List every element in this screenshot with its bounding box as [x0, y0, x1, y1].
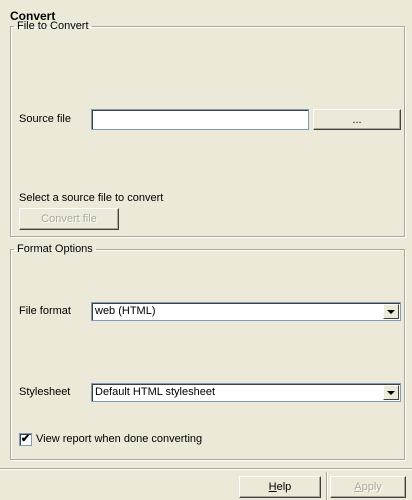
help-label-rest: elp	[276, 481, 292, 493]
help-mnemonic: H	[268, 481, 277, 493]
view-report-label[interactable]: View report when done converting	[36, 433, 202, 445]
apply-label-rest: pply	[361, 481, 382, 493]
help-button[interactable]: Help	[239, 476, 321, 498]
stylesheet-value: Default HTML stylesheet	[95, 386, 216, 398]
checkmark-icon: ✔	[20, 433, 31, 445]
source-file-label: Source file	[19, 113, 71, 125]
status-text: Select a source file to convert	[19, 192, 164, 204]
footer-separator	[326, 472, 328, 500]
stylesheet-dropdown[interactable]: Default HTML stylesheet	[91, 383, 401, 402]
file-to-convert-legend: File to Convert	[17, 20, 89, 32]
format-options-legend: Format Options	[17, 243, 93, 255]
apply-mnemonic: A	[354, 481, 362, 493]
convert-dialog: Convert File to Convert Source file ... …	[0, 0, 412, 500]
apply-button[interactable]: Apply	[330, 476, 406, 498]
file-format-label: File format	[19, 305, 71, 317]
stylesheet-label: Stylesheet	[19, 386, 71, 398]
format-options-group: Format Options	[10, 243, 405, 460]
file-format-dropdown[interactable]: web (HTML)	[91, 302, 401, 321]
browse-button[interactable]: ...	[313, 109, 401, 130]
view-report-checkbox[interactable]: ✔	[19, 433, 32, 446]
chevron-down-icon[interactable]	[383, 385, 399, 400]
source-file-input[interactable]	[91, 109, 309, 130]
file-format-value: web (HTML)	[95, 305, 156, 317]
chevron-down-icon[interactable]	[383, 304, 399, 319]
convert-file-button[interactable]: Convert file	[19, 208, 119, 230]
